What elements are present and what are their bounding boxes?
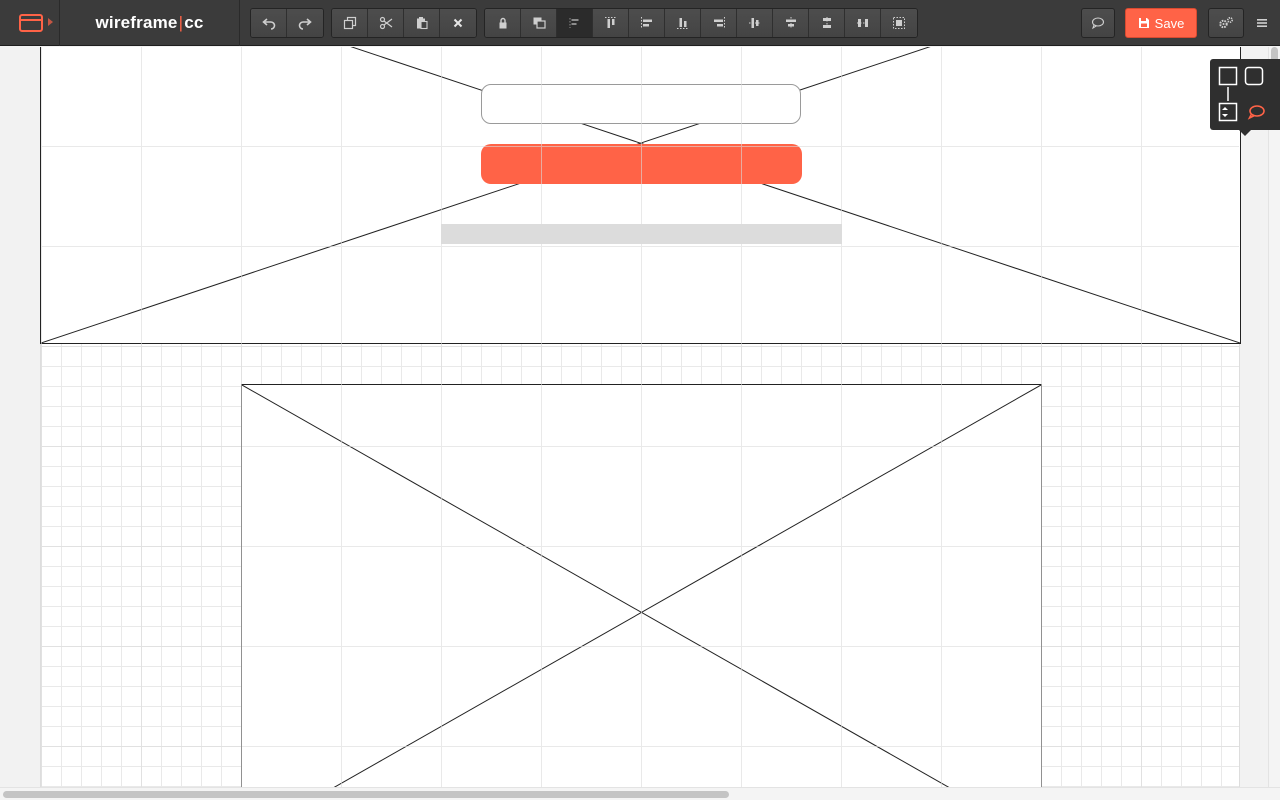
palette-rounded-rectangle[interactable] — [1243, 65, 1265, 87]
undo-icon — [261, 18, 275, 30]
hamburger-icon — [1257, 19, 1267, 27]
redo-icon — [298, 18, 312, 30]
image-placeholder-cross — [242, 385, 1041, 787]
image-placeholder-main[interactable] — [241, 384, 1042, 787]
align-top-icon — [604, 17, 617, 28]
align-text-icon — [569, 18, 578, 28]
duplicate-button[interactable] — [332, 9, 368, 37]
distribute-horizontal-button[interactable] — [845, 9, 881, 37]
align-left-button[interactable] — [629, 9, 665, 37]
clipboard-group — [331, 8, 477, 38]
primary-button-placeholder[interactable] — [481, 144, 802, 184]
caret-right-icon — [48, 18, 53, 26]
redo-button[interactable] — [287, 9, 323, 37]
paste-button[interactable] — [404, 9, 440, 37]
align-right-button[interactable] — [701, 9, 737, 37]
palette-connector — [1227, 87, 1229, 101]
top-toolbar: wireframe | cc Save — [0, 0, 1280, 46]
palette-stepper[interactable] — [1217, 101, 1239, 123]
cut-button[interactable] — [368, 9, 404, 37]
rectangle-shape-icon — [1218, 66, 1238, 86]
align-top-button[interactable] — [593, 9, 629, 37]
lock-icon — [499, 17, 506, 29]
brand-logo: wireframe | cc — [60, 0, 240, 46]
brand-name: wireframe — [95, 13, 178, 32]
save-button[interactable]: Save — [1125, 8, 1197, 38]
speech-bubble-icon — [1091, 17, 1105, 30]
save-button-label: Save — [1154, 15, 1185, 31]
align-center-v-icon — [748, 18, 761, 28]
layers-icon — [533, 17, 546, 29]
wireframe-page[interactable] — [40, 47, 1241, 787]
history-group — [250, 8, 324, 38]
align-right-icon — [713, 17, 725, 29]
horizontal-scrollbar[interactable] — [0, 787, 1280, 800]
rounded-rectangle-shape-icon — [1244, 66, 1264, 86]
palette-comment[interactable] — [1245, 101, 1267, 123]
close-icon — [453, 18, 463, 28]
group-button[interactable] — [881, 9, 917, 37]
main-menu-button[interactable] — [1252, 8, 1272, 38]
comments-button[interactable] — [1081, 8, 1115, 38]
brand-suffix: cc — [184, 13, 204, 32]
floppy-disk-icon — [1138, 18, 1149, 28]
distribute-v-icon — [822, 17, 831, 29]
stepper-shape-icon — [1218, 102, 1238, 122]
canvas-viewport[interactable] — [0, 47, 1268, 787]
lock-button[interactable] — [485, 9, 521, 37]
arrange-group — [484, 8, 918, 38]
align-left-icon — [640, 17, 652, 29]
text-input-placeholder[interactable] — [481, 84, 801, 124]
align-center-horizontal-button[interactable] — [773, 9, 809, 37]
element-palette — [1210, 59, 1280, 136]
palette-rectangle[interactable] — [1217, 65, 1239, 87]
horizontal-scrollbar-thumb[interactable] — [3, 791, 729, 798]
align-bottom-button[interactable] — [665, 9, 701, 37]
send-to-back-button[interactable] — [521, 9, 557, 37]
align-center-h-icon — [785, 17, 796, 29]
text-line-placeholder[interactable] — [441, 224, 842, 244]
align-center-vertical-button[interactable] — [737, 9, 773, 37]
group-icon — [893, 17, 905, 29]
comment-shape-icon — [1247, 105, 1265, 120]
scissors-icon — [379, 16, 392, 30]
distribute-vertical-button[interactable] — [809, 9, 845, 37]
gear-icon — [1219, 16, 1234, 29]
align-text-button[interactable] — [557, 9, 593, 37]
align-bottom-icon — [676, 18, 689, 29]
duplicate-icon — [343, 16, 356, 30]
paste-icon — [416, 17, 428, 30]
delete-button[interactable] — [440, 9, 476, 37]
undo-button[interactable] — [251, 9, 287, 37]
app-menu-toggle[interactable] — [0, 0, 60, 46]
browser-window-icon — [19, 14, 43, 32]
settings-button[interactable] — [1208, 8, 1244, 38]
vertical-scrollbar[interactable] — [1268, 47, 1280, 787]
distribute-h-icon — [856, 19, 869, 27]
brand-separator: | — [178, 13, 184, 32]
